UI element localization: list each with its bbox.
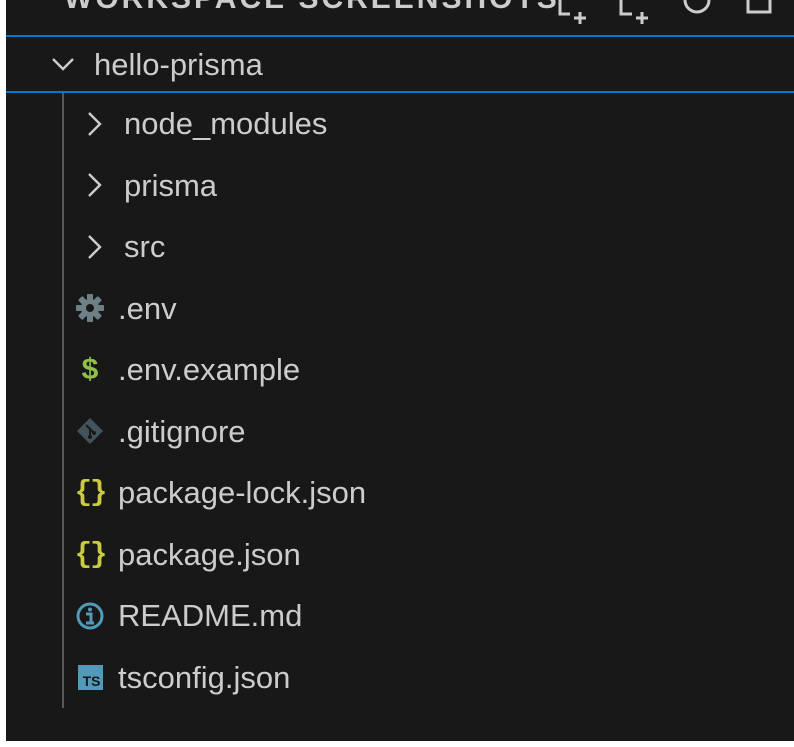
tree-item-label: .env.example bbox=[118, 352, 301, 388]
chevron-down-icon bbox=[52, 58, 74, 71]
typescript-glyph: TS bbox=[77, 664, 103, 690]
info-icon bbox=[72, 598, 108, 634]
chevron-right-icon bbox=[88, 111, 102, 136]
dollar-glyph: $ bbox=[81, 352, 99, 386]
chevron-right-icon bbox=[88, 173, 102, 198]
tree-item-tsconfig-json[interactable]: TS tsconfig.json bbox=[6, 647, 794, 709]
tree-item-env[interactable]: .env bbox=[6, 278, 794, 340]
tree-item-label: .env bbox=[118, 290, 177, 326]
refresh-icon[interactable] bbox=[680, 0, 714, 24]
dollar-icon: $ bbox=[72, 352, 108, 388]
tree-root-label: hello-prisma bbox=[94, 46, 263, 82]
json-braces-glyph: {} bbox=[74, 537, 108, 571]
file-tree: node_modules prisma src .env $ .env.exam… bbox=[6, 93, 794, 708]
chevron-right-icon bbox=[88, 234, 102, 259]
json-braces-glyph: {} bbox=[74, 476, 108, 510]
tree-item-readme-md[interactable]: README.md bbox=[6, 585, 794, 647]
tree-item-src[interactable]: src bbox=[6, 216, 794, 278]
file-explorer-panel: WORKSPACE SCREENSHOTS hello-prisma bbox=[6, 0, 794, 741]
tree-item-package-json[interactable]: {} package.json bbox=[6, 524, 794, 586]
tree-item-label: package.json bbox=[118, 536, 301, 572]
explorer-header-actions bbox=[556, 0, 776, 24]
json-braces-icon: {} bbox=[72, 475, 108, 511]
tree-item-env-example[interactable]: $ .env.example bbox=[6, 339, 794, 401]
explorer-header: WORKSPACE SCREENSHOTS bbox=[6, 0, 794, 34]
tree-item-node-modules[interactable]: node_modules bbox=[6, 93, 794, 155]
collapse-all-icon[interactable] bbox=[742, 0, 776, 24]
tree-item-package-lock-json[interactable]: {} package-lock.json bbox=[6, 462, 794, 524]
tree-item-label: src bbox=[124, 229, 166, 265]
tree-item-label: README.md bbox=[118, 598, 303, 634]
tree-root-folder[interactable]: hello-prisma bbox=[6, 35, 794, 93]
tree-item-gitignore[interactable]: .gitignore bbox=[6, 401, 794, 463]
tree-item-label: .gitignore bbox=[118, 413, 246, 449]
new-folder-icon[interactable] bbox=[618, 0, 652, 24]
tree-item-label: prisma bbox=[124, 167, 218, 203]
typescript-icon: TS bbox=[72, 659, 108, 695]
tree-item-label: package-lock.json bbox=[118, 475, 367, 511]
new-file-icon[interactable] bbox=[556, 0, 590, 24]
tree-item-prisma[interactable]: prisma bbox=[6, 155, 794, 217]
tree-item-label: tsconfig.json bbox=[118, 659, 291, 695]
git-icon bbox=[72, 413, 108, 449]
json-braces-icon: {} bbox=[72, 536, 108, 572]
gear-icon bbox=[72, 290, 108, 326]
explorer-header-title: WORKSPACE SCREENSHOTS bbox=[64, 0, 560, 16]
tree-item-label: node_modules bbox=[124, 106, 328, 142]
